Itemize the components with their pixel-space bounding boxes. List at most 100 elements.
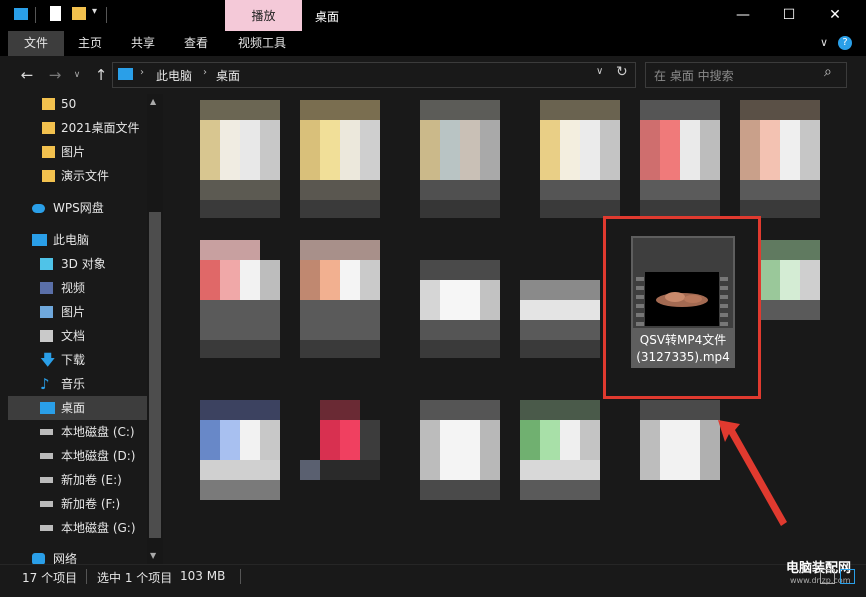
nav-item-2021-desktop-files[interactable]: 2021桌面文件 <box>8 116 148 140</box>
contextual-tab-play[interactable]: 播放 <box>225 0 302 31</box>
thumbnail <box>300 400 380 480</box>
search-placeholder: 在 桌面 中搜索 <box>654 69 734 83</box>
nav-item-drive-g[interactable]: 本地磁盘 (G:) <box>8 516 148 540</box>
music-icon: ♪ <box>40 375 50 393</box>
nav-item-label: 文档 <box>61 329 86 343</box>
explorer-icon[interactable] <box>14 8 28 20</box>
tab-share[interactable]: 共享 <box>119 31 167 56</box>
nav-item-label: 本地磁盘 (C:) <box>61 425 135 439</box>
computer-icon <box>118 68 133 80</box>
nav-item-label: 新加卷 (F:) <box>61 497 121 511</box>
document-icon <box>40 330 53 342</box>
separator <box>240 569 241 584</box>
large-icons-view-icon[interactable] <box>840 569 855 584</box>
tab-video-tools[interactable]: 视频工具 <box>226 31 298 56</box>
tab-home[interactable]: 主页 <box>66 31 114 56</box>
folder-icon <box>42 122 55 134</box>
thumbnail <box>300 240 380 358</box>
nav-item-label: 本地磁盘 (D:) <box>61 449 136 463</box>
separator <box>86 569 87 584</box>
nav-item-label: 图片 <box>61 305 86 319</box>
cube-icon <box>40 258 53 270</box>
forward-arrow-icon[interactable]: → <box>44 64 66 86</box>
download-icon: 🡇 <box>40 351 56 369</box>
nav-item-label: 3D 对象 <box>61 257 106 271</box>
nav-item-music[interactable]: ♪ 音乐 <box>8 372 148 396</box>
recent-locations-icon[interactable]: ∨ <box>66 64 88 86</box>
tab-file[interactable]: 文件 <box>8 31 64 56</box>
maximize-button[interactable]: ☐ <box>776 4 802 26</box>
thumbnail <box>200 240 280 358</box>
tab-view[interactable]: 查看 <box>172 31 220 56</box>
thumbnail <box>420 100 500 218</box>
thumbnail <box>200 400 280 500</box>
selection-size: 103 MB <box>180 569 226 583</box>
thumbnail <box>420 260 500 358</box>
nav-item-videos[interactable]: 视频 <box>8 276 148 300</box>
thumbnail <box>300 100 380 218</box>
thumbnail <box>200 100 280 218</box>
breadcrumb-desktop[interactable]: 桌面 <box>216 67 240 84</box>
separator <box>35 7 36 23</box>
properties-icon[interactable] <box>50 6 61 21</box>
details-view-icon[interactable] <box>820 569 835 584</box>
nav-item-label: 音乐 <box>61 377 86 391</box>
nav-item-3d-objects[interactable]: 3D 对象 <box>8 252 148 276</box>
nav-item-desktop[interactable]: 桌面 <box>8 396 148 420</box>
highlight-box <box>603 216 761 399</box>
search-icon[interactable]: ⌕ <box>824 64 832 80</box>
address-dropdown-icon[interactable]: ∨ <box>596 66 603 77</box>
window-title: 桌面 <box>315 10 340 24</box>
nav-item-drive-e[interactable]: 新加卷 (E:) <box>8 468 148 492</box>
drive-icon <box>40 477 53 483</box>
folder-icon <box>42 170 55 182</box>
drive-icon <box>40 453 53 459</box>
nav-item-drive-c[interactable]: 本地磁盘 (C:) <box>8 420 148 444</box>
nav-item-this-pc[interactable]: 此电脑 <box>8 228 148 252</box>
new-folder-icon[interactable] <box>72 7 86 20</box>
refresh-icon[interactable]: ↻ <box>616 64 628 80</box>
breadcrumb-this-pc[interactable]: 此电脑 <box>156 67 192 84</box>
nav-item-label: 此电脑 <box>53 233 90 247</box>
picture-icon <box>40 306 53 318</box>
computer-icon <box>32 234 47 246</box>
nav-item-label: 新加卷 (E:) <box>61 473 122 487</box>
drive-icon <box>40 429 53 435</box>
up-arrow-icon[interactable]: ↑ <box>90 64 112 86</box>
selection-count: 选中 1 个项目 <box>97 571 173 585</box>
scroll-down-icon[interactable]: ▼ <box>150 551 156 560</box>
nav-item-documents[interactable]: 文档 <box>8 324 148 348</box>
nav-scrollbar-thumb[interactable] <box>149 212 161 538</box>
back-arrow-icon[interactable]: ← <box>16 64 38 86</box>
thumbnail <box>740 100 820 218</box>
nav-item-label: WPS网盘 <box>53 201 104 215</box>
breadcrumb-chevron-icon[interactable]: › <box>203 67 207 78</box>
close-button[interactable]: ✕ <box>822 4 848 26</box>
breadcrumb-chevron-icon[interactable]: › <box>140 67 144 78</box>
drive-icon <box>40 501 53 507</box>
nav-item-pictures-folder[interactable]: 图片 <box>8 140 148 164</box>
desktop-icon <box>40 402 55 414</box>
drive-icon <box>40 525 53 531</box>
nav-item-drive-d[interactable]: 本地磁盘 (D:) <box>8 444 148 468</box>
scroll-up-icon[interactable]: ▲ <box>150 97 156 106</box>
nav-item-label: 下载 <box>61 353 86 367</box>
thumbnail <box>760 240 820 320</box>
nav-item-downloads[interactable]: 🡇 下载 <box>8 348 148 372</box>
nav-item-drive-f[interactable]: 新加卷 (F:) <box>8 492 148 516</box>
folder-icon <box>42 146 55 158</box>
thumbnail <box>640 400 720 480</box>
nav-item-wps-cloud[interactable]: WPS网盘 <box>8 196 148 220</box>
minimize-button[interactable]: — <box>730 4 756 26</box>
nav-item-pictures[interactable]: 图片 <box>8 300 148 324</box>
thumbnail <box>540 100 620 218</box>
nav-item-50[interactable]: 50 <box>8 92 148 116</box>
video-icon <box>40 282 53 294</box>
help-icon[interactable]: ? <box>838 36 852 50</box>
thumbnail <box>520 400 600 500</box>
customize-toolbar-icon[interactable]: ▾ <box>92 6 97 17</box>
nav-item-label: 视频 <box>61 281 86 295</box>
nav-item-demo-files[interactable]: 演示文件 <box>8 164 148 188</box>
expand-ribbon-icon[interactable]: ∨ <box>820 36 828 49</box>
item-count: 17 个项目 <box>22 571 78 585</box>
